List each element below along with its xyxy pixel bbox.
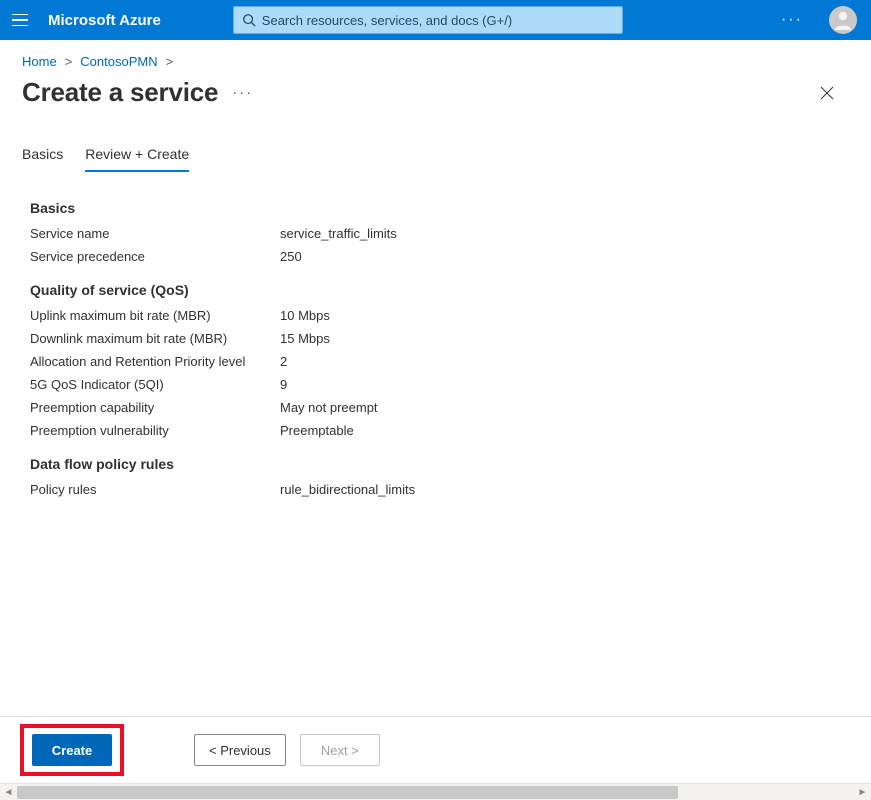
previous-button[interactable]: < Previous	[194, 734, 286, 766]
search-input[interactable]	[262, 13, 614, 28]
brand-label: Microsoft Azure	[48, 12, 161, 29]
horizontal-scrollbar[interactable]: ◄ ►	[0, 783, 871, 800]
chevron-right-icon: >	[65, 54, 73, 69]
kv-row: Uplink maximum bit rate (MBR) 10 Mbps	[30, 308, 841, 323]
kv-row: Preemption vulnerability Preemptable	[30, 423, 841, 438]
service-precedence-label: Service precedence	[30, 249, 280, 264]
uplink-mbr-value: 10 Mbps	[280, 308, 330, 323]
tabs: Basics Review + Create	[0, 122, 871, 172]
kv-row: Downlink maximum bit rate (MBR) 15 Mbps	[30, 331, 841, 346]
close-button[interactable]	[809, 79, 845, 107]
hamburger-icon[interactable]	[10, 10, 30, 30]
section-qos-heading: Quality of service (QoS)	[30, 282, 841, 298]
user-avatar[interactable]	[829, 6, 857, 34]
scroll-left-icon[interactable]: ◄	[0, 784, 17, 800]
breadcrumb: Home > ContosoPMN >	[0, 40, 871, 73]
5qi-label: 5G QoS Indicator (5QI)	[30, 377, 280, 392]
preemption-capability-label: Preemption capability	[30, 400, 280, 415]
topbar-more-icon[interactable]: ···	[775, 11, 809, 29]
service-name-value: service_traffic_limits	[280, 226, 397, 241]
global-search[interactable]	[233, 6, 623, 34]
policy-rules-label: Policy rules	[30, 482, 280, 497]
preemption-vulnerability-value: Preemptable	[280, 423, 354, 438]
preemption-capability-value: May not preempt	[280, 400, 378, 415]
breadcrumb-home[interactable]: Home	[22, 54, 57, 69]
arp-level-value: 2	[280, 354, 287, 369]
search-icon	[242, 13, 256, 27]
kv-row: Preemption capability May not preempt	[30, 400, 841, 415]
page-title: Create a service	[22, 77, 218, 108]
kv-row: Service name service_traffic_limits	[30, 226, 841, 241]
kv-row: Allocation and Retention Priority level …	[30, 354, 841, 369]
kv-row: 5G QoS Indicator (5QI) 9	[30, 377, 841, 392]
section-basics-heading: Basics	[30, 200, 841, 216]
service-precedence-value: 250	[280, 249, 302, 264]
close-icon	[819, 85, 835, 101]
review-content: Basics Service name service_traffic_limi…	[0, 172, 871, 716]
tab-basics[interactable]: Basics	[22, 146, 63, 172]
arp-level-label: Allocation and Retention Priority level	[30, 354, 280, 369]
5qi-value: 9	[280, 377, 287, 392]
title-more-icon[interactable]: ···	[232, 84, 253, 101]
create-button[interactable]: Create	[32, 734, 112, 766]
wizard-footer: Create < Previous Next >	[0, 717, 871, 783]
kv-row: Policy rules rule_bidirectional_limits	[30, 482, 841, 497]
azure-topbar: Microsoft Azure ···	[0, 0, 871, 40]
scroll-thumb[interactable]	[17, 786, 678, 799]
uplink-mbr-label: Uplink maximum bit rate (MBR)	[30, 308, 280, 323]
service-name-label: Service name	[30, 226, 280, 241]
section-policy-heading: Data flow policy rules	[30, 456, 841, 472]
downlink-mbr-label: Downlink maximum bit rate (MBR)	[30, 331, 280, 346]
chevron-right-icon: >	[166, 54, 174, 69]
next-button: Next >	[300, 734, 380, 766]
titlebar: Create a service ···	[0, 73, 871, 122]
tab-review-create[interactable]: Review + Create	[85, 146, 189, 172]
create-highlight-box: Create	[20, 724, 124, 776]
downlink-mbr-value: 15 Mbps	[280, 331, 330, 346]
person-icon	[831, 8, 855, 32]
policy-rules-value: rule_bidirectional_limits	[280, 482, 415, 497]
scroll-right-icon[interactable]: ►	[854, 784, 871, 800]
breadcrumb-project[interactable]: ContosoPMN	[80, 54, 157, 69]
preemption-vulnerability-label: Preemption vulnerability	[30, 423, 280, 438]
kv-row: Service precedence 250	[30, 249, 841, 264]
